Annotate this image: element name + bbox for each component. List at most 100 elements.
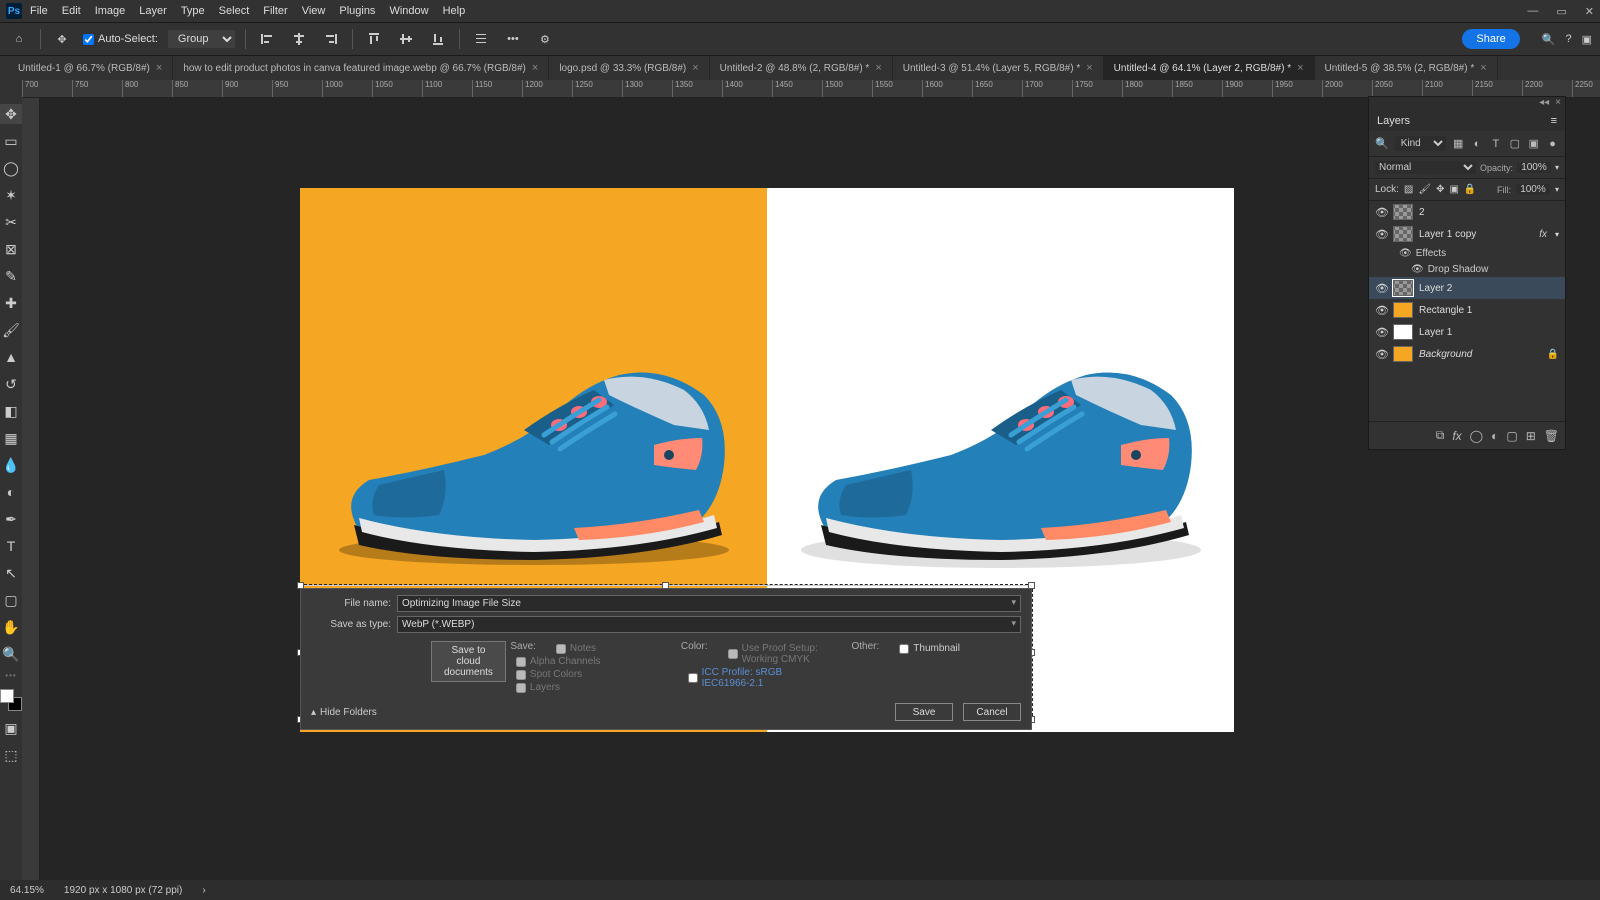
- lock-all-icon[interactable]: 🔒: [1464, 184, 1476, 195]
- close-icon[interactable]: ×: [1086, 62, 1092, 74]
- layer-thumb[interactable]: [1393, 280, 1413, 296]
- layers-panel-title[interactable]: Layers: [1377, 115, 1410, 127]
- filter-shape-icon[interactable]: ▢: [1508, 137, 1521, 151]
- lock-trans-icon[interactable]: ▨: [1404, 184, 1413, 195]
- pen-tool[interactable]: ✒: [0, 509, 22, 529]
- filter-adjust-icon[interactable]: ◐: [1471, 137, 1484, 151]
- close-icon[interactable]: ✕: [1585, 5, 1594, 18]
- doc-dimensions[interactable]: 1920 px x 1080 px (72 ppi): [64, 885, 182, 896]
- fx-badge[interactable]: fx: [1539, 229, 1547, 240]
- move-tool[interactable]: ✥: [0, 104, 22, 124]
- menu-layer[interactable]: Layer: [139, 5, 167, 17]
- chevron-down-icon[interactable]: ▾: [1555, 163, 1559, 172]
- tab-3[interactable]: Untitled-2 @ 48.8% (2, RGB/8#) *×: [710, 56, 893, 80]
- menu-plugins[interactable]: Plugins: [339, 5, 375, 17]
- marquee-tool[interactable]: ▭: [0, 131, 22, 151]
- tab-5[interactable]: Untitled-4 @ 64.1% (Layer 2, RGB/8#) *×: [1104, 56, 1315, 80]
- move-tool-icon[interactable]: ✥: [51, 28, 73, 50]
- layer-thumb[interactable]: [1393, 346, 1413, 362]
- lock-artboard-icon[interactable]: ▣: [1449, 184, 1458, 195]
- main-menu[interactable]: File Edit Image Layer Type Select Filter…: [30, 5, 465, 17]
- layer-thumb[interactable]: [1393, 226, 1413, 242]
- align-vcenter-icon[interactable]: [395, 28, 417, 50]
- tab-2[interactable]: logo.psd @ 33.3% (RGB/8#)×: [549, 56, 709, 80]
- align-hcenter-icon[interactable]: [288, 28, 310, 50]
- save-button[interactable]: Save: [895, 703, 953, 721]
- collapse-icon[interactable]: ◂◂: [1539, 97, 1549, 111]
- horizontal-ruler[interactable]: 7007508008509009501000105011001150120012…: [22, 80, 1600, 98]
- zoom-level[interactable]: 64.15%: [10, 885, 44, 896]
- layer-row[interactable]: 👁Layer 2: [1369, 277, 1565, 299]
- search-icon[interactable]: 🔍: [1542, 33, 1556, 46]
- close-icon[interactable]: ×: [1480, 62, 1486, 74]
- menu-select[interactable]: Select: [219, 5, 250, 17]
- canvas-area[interactable]: File name: Optimizing Image File Size Sa…: [40, 98, 1600, 880]
- type-tool[interactable]: T: [0, 536, 22, 556]
- settings-icon[interactable]: ⚙: [534, 28, 556, 50]
- align-bottom-icon[interactable]: [427, 28, 449, 50]
- quickmask-icon[interactable]: ▣: [0, 718, 22, 738]
- close-icon[interactable]: ×: [875, 62, 881, 74]
- visibility-icon[interactable]: 👁: [1399, 248, 1412, 259]
- gradient-tool[interactable]: ▦: [0, 428, 22, 448]
- search-icon[interactable]: 🔍: [1375, 137, 1389, 150]
- tab-4[interactable]: Untitled-3 @ 51.4% (Layer 5, RGB/8#) *×: [893, 56, 1104, 80]
- menu-file[interactable]: File: [30, 5, 48, 17]
- distribute-icon[interactable]: [470, 28, 492, 50]
- close-icon[interactable]: ×: [156, 62, 162, 74]
- align-right-icon[interactable]: [320, 28, 342, 50]
- fill-input[interactable]: [1516, 184, 1550, 195]
- visibility-icon[interactable]: 👁: [1375, 228, 1387, 241]
- layer-effects-label[interactable]: 👁Effects: [1369, 245, 1565, 261]
- layer-row[interactable]: 👁Rectangle 1: [1369, 299, 1565, 321]
- tab-1[interactable]: how to edit product photos in canva feat…: [173, 56, 549, 80]
- eyedropper-tool[interactable]: ✎: [0, 266, 22, 286]
- layer-thumb[interactable]: [1393, 204, 1413, 220]
- share-button[interactable]: Share: [1462, 29, 1519, 49]
- layer-row[interactable]: 👁Layer 1: [1369, 321, 1565, 343]
- close-icon[interactable]: ×: [532, 62, 538, 74]
- opacity-input[interactable]: [1517, 162, 1551, 173]
- visibility-icon[interactable]: 👁: [1375, 304, 1387, 317]
- hand-tool[interactable]: ✋: [0, 617, 22, 637]
- menu-window[interactable]: Window: [389, 5, 428, 17]
- menu-view[interactable]: View: [302, 5, 326, 17]
- chevron-down-icon[interactable]: ▾: [1555, 185, 1559, 194]
- filter-type-icon[interactable]: T: [1489, 137, 1502, 151]
- visibility-icon[interactable]: 👁: [1375, 206, 1387, 219]
- auto-select-target[interactable]: Group: [168, 30, 235, 48]
- menu-edit[interactable]: Edit: [62, 5, 81, 17]
- home-icon[interactable]: ⌂: [8, 28, 30, 50]
- shape-tool[interactable]: ▢: [0, 590, 22, 610]
- visibility-icon[interactable]: 👁: [1375, 348, 1387, 361]
- fx-icon[interactable]: fx: [1452, 429, 1461, 443]
- screenmode-icon[interactable]: ⬚: [0, 745, 22, 765]
- cancel-button[interactable]: Cancel: [963, 703, 1021, 721]
- delete-icon[interactable]: 🗑: [1544, 429, 1559, 443]
- lock-pos-icon[interactable]: ✥: [1436, 184, 1444, 195]
- icc-checkbox[interactable]: ICC Profile: sRGB IEC61966-2.1: [678, 667, 850, 689]
- status-chevron-icon[interactable]: ›: [202, 885, 205, 896]
- filter-kind-select[interactable]: Kind: [1395, 136, 1446, 151]
- help-icon[interactable]: ?: [1565, 33, 1571, 46]
- layer-thumb[interactable]: [1393, 302, 1413, 318]
- save-cloud-button[interactable]: Save to cloud documents: [431, 641, 506, 682]
- panel-menu-icon[interactable]: ≡: [1551, 115, 1557, 127]
- align-top-icon[interactable]: [363, 28, 385, 50]
- layer-thumb[interactable]: [1393, 324, 1413, 340]
- blur-tool[interactable]: 💧: [0, 455, 22, 475]
- frame-tool[interactable]: ⊠: [0, 239, 22, 259]
- group-icon[interactable]: ▢: [1506, 429, 1517, 443]
- more-icon[interactable]: •••: [502, 28, 524, 50]
- adjustment-icon[interactable]: ◐: [1491, 429, 1498, 443]
- filter-pixel-icon[interactable]: ▦: [1452, 137, 1465, 151]
- healing-tool[interactable]: ✚: [0, 293, 22, 313]
- maximize-icon[interactable]: ▭: [1556, 5, 1566, 18]
- chevron-down-icon[interactable]: ▾: [1555, 230, 1559, 239]
- link-layers-icon[interactable]: ⧉: [1436, 428, 1445, 443]
- layer-row[interactable]: 👁Layer 1 copyfx▾: [1369, 223, 1565, 245]
- lock-pixels-icon[interactable]: 🖌: [1418, 184, 1431, 195]
- wand-tool[interactable]: ✶: [0, 185, 22, 205]
- visibility-icon[interactable]: 👁: [1375, 282, 1387, 295]
- lasso-tool[interactable]: ◯: [0, 158, 22, 178]
